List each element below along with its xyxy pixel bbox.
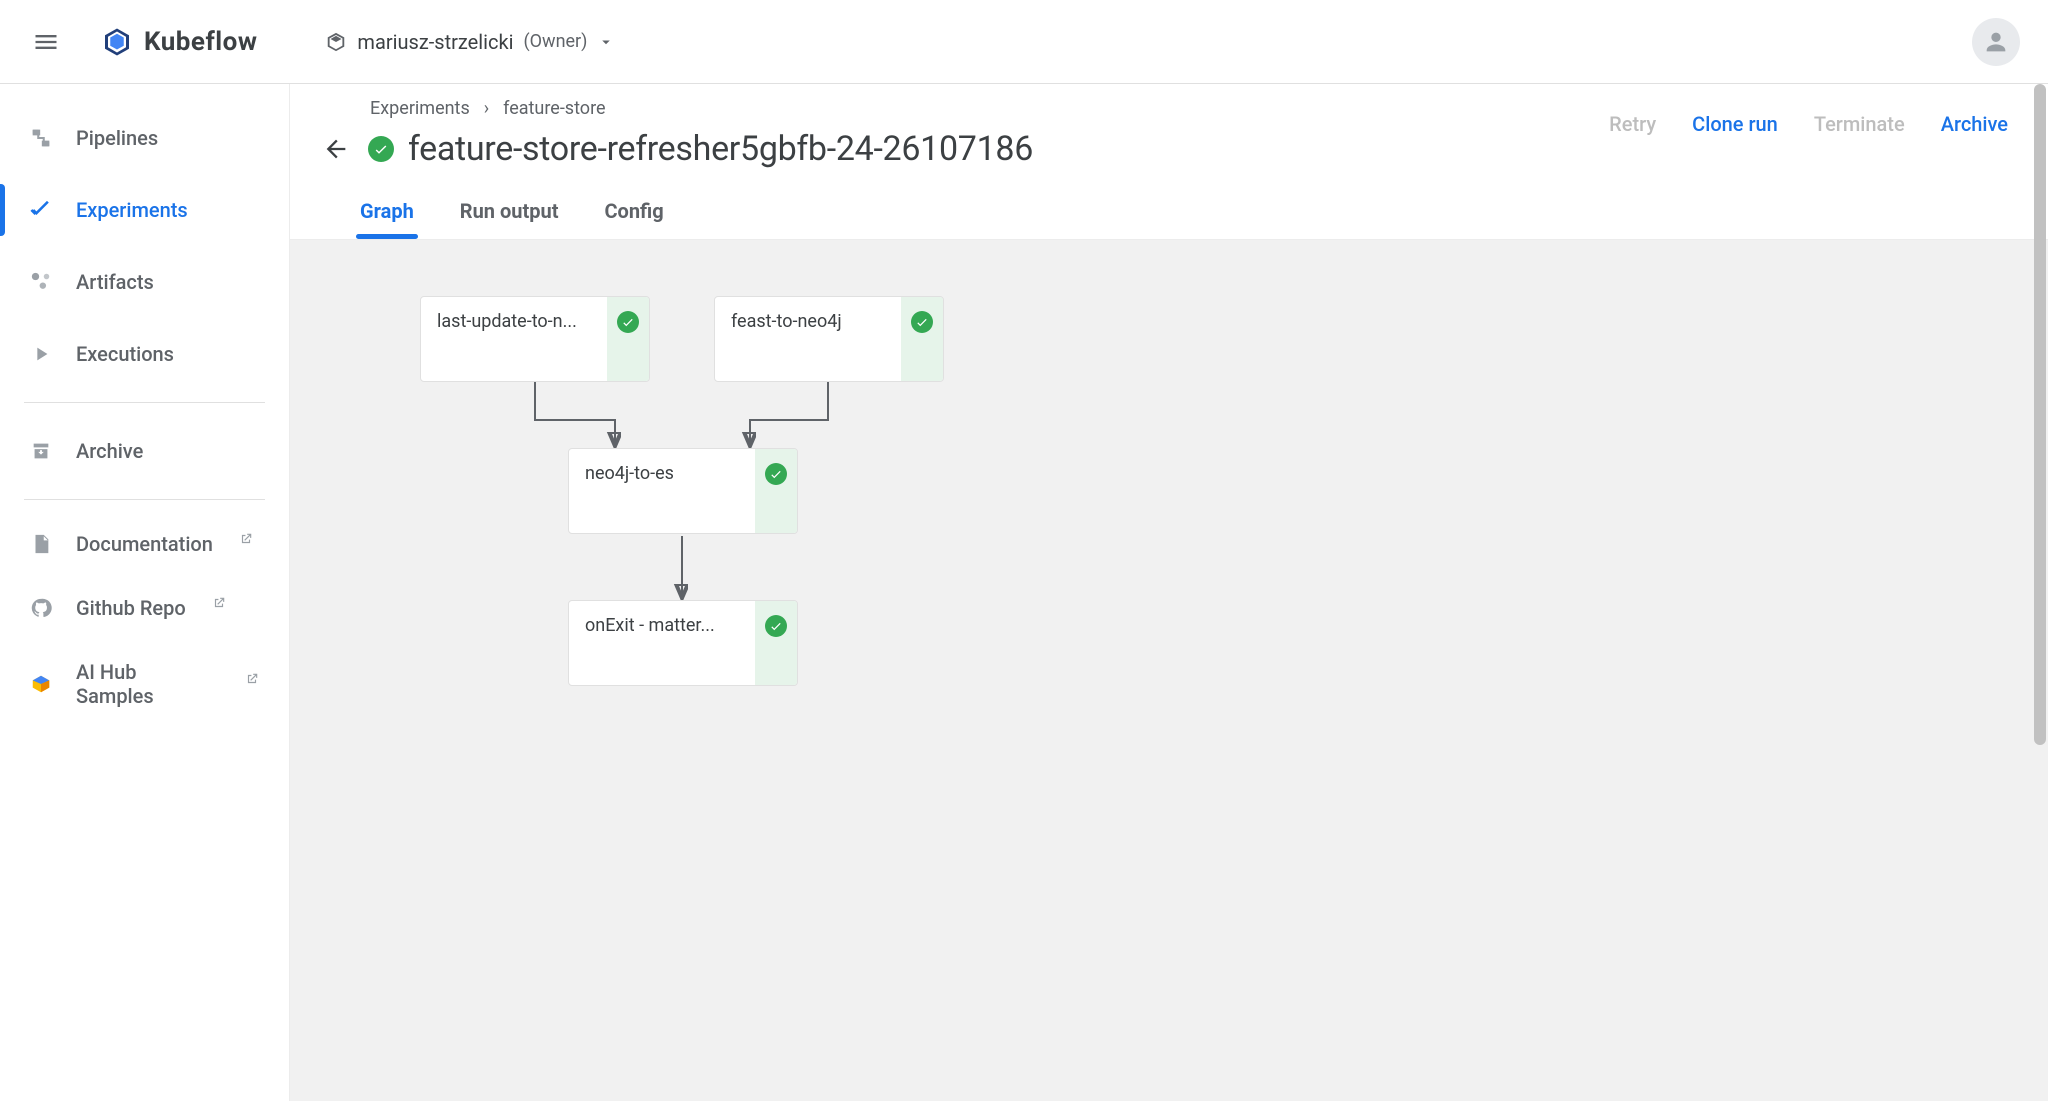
sidebar-link-label: Github Repo — [76, 596, 186, 620]
graph-node[interactable]: onExit - matter... — [568, 600, 798, 686]
scrollbar-thumb[interactable] — [2034, 84, 2046, 745]
main: Experiments › feature-store feature-stor… — [290, 84, 2048, 1101]
github-icon — [30, 597, 52, 619]
sidebar-link-label: AI Hub Samples — [76, 660, 219, 708]
workspace-selector[interactable]: mariusz-strzelicki (Owner) — [325, 30, 615, 54]
graph-node-status — [607, 297, 649, 381]
experiments-icon — [30, 199, 52, 221]
package-icon — [325, 31, 347, 53]
pipelines-icon — [30, 127, 52, 149]
tabs: Graph Run output Config — [340, 169, 1998, 239]
chevron-down-icon — [597, 33, 615, 51]
tab-run-output[interactable]: Run output — [460, 199, 559, 239]
back-button[interactable] — [318, 131, 354, 167]
sidebar-divider — [24, 499, 265, 500]
breadcrumb-leaf[interactable]: feature-store — [503, 98, 605, 119]
sidebar-item-label: Artifacts — [76, 270, 154, 294]
sidebar-item-label: Archive — [76, 439, 143, 463]
person-icon — [1982, 28, 2010, 56]
sidebar-link-label: Documentation — [76, 532, 213, 556]
tab-graph[interactable]: Graph — [360, 199, 414, 239]
brand-label: Kubeflow — [144, 27, 257, 57]
retry-button[interactable]: Retry — [1609, 112, 1656, 136]
check-icon — [373, 141, 389, 157]
sidebar-item-experiments[interactable]: Experiments — [0, 174, 289, 246]
tab-config[interactable]: Config — [604, 199, 663, 239]
brand[interactable]: Kubeflow — [102, 27, 257, 57]
run-status-badge — [368, 136, 394, 162]
external-link-icon — [239, 532, 253, 546]
check-icon — [617, 311, 639, 333]
scrollbar[interactable] — [2034, 84, 2046, 1101]
graph-node-status — [901, 297, 943, 381]
check-icon — [911, 311, 933, 333]
breadcrumb-root[interactable]: Experiments — [370, 98, 470, 119]
check-icon — [765, 615, 787, 637]
menu-button[interactable] — [28, 24, 64, 60]
sidebar-item-artifacts[interactable]: Artifacts — [0, 246, 289, 318]
graph-node[interactable]: last-update-to-n... — [420, 296, 650, 382]
external-link-icon — [212, 596, 226, 610]
archive-button[interactable]: Archive — [1941, 112, 2008, 136]
run-actions: Retry Clone run Terminate Archive — [1609, 112, 2008, 136]
archive-icon — [30, 440, 52, 462]
external-link-icon — [245, 672, 259, 686]
hamburger-icon — [32, 28, 60, 56]
artifacts-icon — [30, 271, 52, 293]
sidebar-item-executions[interactable]: Executions — [0, 318, 289, 390]
terminate-button[interactable]: Terminate — [1814, 112, 1905, 136]
graph-node-label: neo4j-to-es — [569, 449, 755, 533]
graph-node-label: last-update-to-n... — [421, 297, 607, 381]
graph-node[interactable]: feast-to-neo4j — [714, 296, 944, 382]
sidebar-divider — [24, 402, 265, 403]
clone-run-button[interactable]: Clone run — [1692, 112, 1778, 136]
workspace-role: (Owner) — [524, 31, 588, 52]
sidebar-item-label: Executions — [76, 342, 174, 366]
graph-node-status — [755, 601, 797, 685]
workspace-name: mariusz-strzelicki — [357, 30, 513, 54]
sidebar-link-github[interactable]: Github Repo — [0, 576, 289, 640]
graph-node[interactable]: neo4j-to-es — [568, 448, 798, 534]
graph-node-label: feast-to-neo4j — [715, 297, 901, 381]
graph-node-label: onExit - matter... — [569, 601, 755, 685]
sidebar-item-label: Pipelines — [76, 126, 158, 150]
arrow-back-icon — [322, 135, 350, 163]
sidebar: Pipelines Experiments Artifacts Executio… — [0, 84, 290, 1101]
graph-canvas[interactable]: last-update-to-n... feast-to-neo4j neo4j… — [290, 240, 2048, 1101]
kubeflow-logo-icon — [102, 27, 132, 57]
topbar: Kubeflow mariusz-strzelicki (Owner) — [0, 0, 2048, 84]
graph-node-status — [755, 449, 797, 533]
sidebar-item-archive[interactable]: Archive — [0, 415, 289, 487]
sidebar-link-documentation[interactable]: Documentation — [0, 512, 289, 576]
sidebar-item-pipelines[interactable]: Pipelines — [0, 102, 289, 174]
aihub-icon — [30, 673, 52, 695]
doc-icon — [30, 533, 52, 555]
run-title: feature-store-refresher5gbfb-24-26107186 — [408, 129, 1033, 169]
sidebar-item-label: Experiments — [76, 198, 188, 222]
chevron-right-icon: › — [484, 98, 489, 119]
check-icon — [765, 463, 787, 485]
sidebar-link-aihub[interactable]: AI Hub Samples — [0, 640, 289, 728]
executions-icon — [30, 343, 52, 365]
avatar[interactable] — [1972, 18, 2020, 66]
main-header: Experiments › feature-store feature-stor… — [290, 84, 2048, 240]
